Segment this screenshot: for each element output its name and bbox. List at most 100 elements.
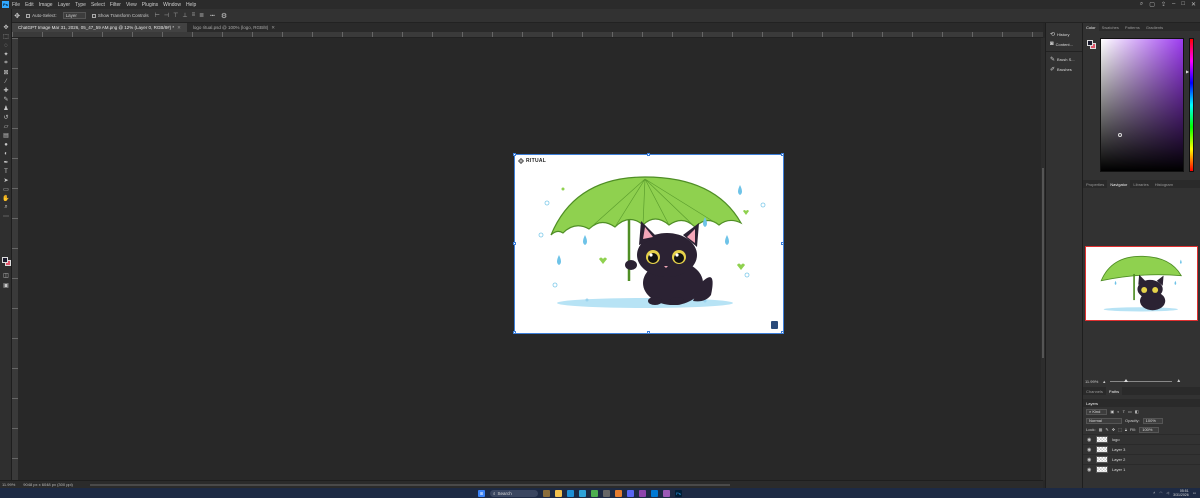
menu-select[interactable]: Select [91, 2, 105, 8]
align-center-icon[interactable]: ⊣ [164, 12, 169, 19]
dodge-icon[interactable]: ◐ [0, 149, 12, 158]
foreground-color-swatch[interactable] [2, 257, 8, 263]
history-brush-icon[interactable]: ↺ [0, 113, 12, 122]
auto-select-checkbox[interactable]: Auto-Select: [26, 13, 57, 18]
speaker-icon[interactable]: ◁ [1166, 491, 1169, 495]
marquee-icon[interactable]: ⬚ [0, 32, 12, 41]
auto-select-target[interactable]: Layer [62, 12, 86, 19]
layer-row[interactable]: ◉ Layer 2 [1083, 454, 1200, 464]
hue-slider[interactable] [1189, 38, 1194, 172]
checkbox-box[interactable] [26, 13, 31, 18]
eye-icon[interactable]: ◉ [1087, 447, 1092, 453]
lasso-icon[interactable]: ◌ [0, 41, 12, 50]
color-picker-cursor[interactable] [1118, 133, 1122, 137]
gear-icon[interactable]: ⚙ [221, 12, 227, 20]
align-right-icon[interactable]: ⊤ [173, 12, 178, 19]
tab-gradients[interactable]: Gradients [1143, 23, 1166, 31]
filter-shape-icon[interactable]: ▭ [1128, 409, 1132, 414]
transform-handle[interactable] [513, 153, 516, 156]
tab-color[interactable]: Color [1083, 23, 1099, 31]
tab-libraries[interactable]: Libraries [1130, 180, 1151, 188]
align-bottom-icon[interactable]: ≣ [199, 12, 204, 19]
gradient-icon[interactable]: ▤ [0, 131, 12, 140]
fill-input[interactable]: 100% [1139, 426, 1160, 433]
transform-handle[interactable] [781, 242, 784, 245]
widget-icon[interactable] [543, 489, 550, 497]
menu-plugins[interactable]: Plugins [142, 2, 158, 8]
app-icon[interactable] [663, 489, 670, 497]
file-explorer-icon[interactable] [555, 489, 562, 497]
align-left-icon[interactable]: ⊢ [155, 12, 160, 19]
tab-patterns[interactable]: Patterns [1122, 23, 1143, 31]
app-icon[interactable] [639, 489, 646, 497]
opacity-input[interactable]: 100% [1142, 417, 1163, 424]
transform-handle[interactable] [647, 331, 650, 334]
dock-brushes[interactable]: ✐ Brushes [1046, 64, 1082, 74]
color-picker-field[interactable] [1100, 38, 1184, 172]
dock-history[interactable]: ⟲ History [1046, 29, 1082, 39]
firefox-icon[interactable] [615, 489, 622, 497]
scrollbar-thumb[interactable] [1042, 168, 1044, 358]
eye-icon[interactable]: ◉ [1087, 437, 1092, 443]
menu-view[interactable]: View [126, 2, 137, 8]
navigator-zoom-value[interactable]: 11.99% [1085, 379, 1098, 384]
navigator-zoom-slider[interactable] [1110, 378, 1173, 382]
tab-channels[interactable]: Channels [1083, 387, 1106, 395]
close-icon[interactable]: ✕ [177, 25, 181, 31]
pen-icon[interactable]: ✒ [0, 158, 12, 167]
document-canvas[interactable]: RITUAL [513, 153, 784, 334]
more-options-button[interactable]: ••• [210, 13, 215, 18]
telegram-icon[interactable] [579, 489, 586, 497]
tab-document-1[interactable]: ChatGPT Image Mar 31, 2026, 05_47_59 AM.… [12, 23, 187, 32]
menu-filter[interactable]: Filter [110, 2, 121, 8]
dock-content-credentials[interactable]: ◙ Content... [1046, 39, 1082, 49]
lock-position-icon[interactable]: ✥ [1112, 427, 1115, 432]
eyedropper-icon[interactable]: ⁄ [0, 77, 12, 86]
menu-help[interactable]: Help [186, 2, 196, 8]
transform-handle[interactable] [647, 153, 650, 156]
layer-kind-filter[interactable]: ⌕ Kind [1086, 408, 1108, 415]
chat-icon[interactable] [651, 489, 658, 497]
dock-brush-settings[interactable]: ✎ Brush S... [1046, 54, 1082, 64]
chrome-icon[interactable] [591, 489, 598, 497]
lock-paint-icon[interactable]: ✎ [1105, 427, 1108, 432]
screen-mode-icon[interactable]: ▣ [0, 281, 12, 290]
photoshop-logo-icon[interactable]: Ps [2, 1, 9, 8]
chevron-up-icon[interactable]: ˄ [1153, 491, 1155, 495]
tab-navigator[interactable]: Navigator [1107, 180, 1131, 188]
transform-handle[interactable] [513, 331, 516, 334]
lock-artboard-icon[interactable]: ⬚ [1118, 427, 1122, 432]
path-select-icon[interactable]: ➤ [0, 176, 12, 185]
move-tool-icon[interactable]: ✥ [14, 12, 20, 20]
eye-icon[interactable]: ◉ [1087, 467, 1092, 473]
menu-type[interactable]: Type [75, 2, 86, 8]
menu-window[interactable]: Window [163, 2, 181, 8]
photoshop-taskbar-icon[interactable]: Ps [675, 489, 682, 497]
lock-all-icon[interactable]: 🔒︎ [1125, 427, 1127, 432]
minimize-icon[interactable]: – [1172, 1, 1175, 8]
horizontal-scrollbar[interactable] [90, 484, 730, 486]
more-tools-icon[interactable]: ⋯ [0, 212, 12, 221]
windows-start-icon[interactable]: ⊞ [478, 489, 485, 497]
type-icon[interactable]: T [0, 167, 12, 176]
clock[interactable]: 05:51 3/31/2026 [1173, 489, 1189, 497]
workspace-icon[interactable]: ▢ [1149, 1, 1155, 8]
tab-paths[interactable]: Paths [1105, 387, 1123, 395]
wifi-icon[interactable]: ◠ [1159, 491, 1162, 495]
stamp-icon[interactable]: ♟ [0, 104, 12, 113]
filter-adjustment-icon[interactable]: ◐ [1117, 409, 1119, 414]
move-icon[interactable]: ✥ [0, 23, 12, 32]
tab-document-2[interactable]: logo ritual.psd @ 100% (logo, RGB/8) ✕ [187, 23, 281, 32]
menu-image[interactable]: Image [39, 2, 53, 8]
checkbox-box[interactable] [91, 13, 96, 18]
transform-handle[interactable] [781, 331, 784, 334]
share-icon[interactable]: ⇪ [1161, 1, 1166, 8]
magic-wand-icon[interactable]: ✦ [0, 50, 12, 59]
filter-type-icon[interactable]: T [1123, 409, 1125, 414]
color-panel-foreground-swatch[interactable] [1087, 40, 1093, 46]
zoom-slider-knob[interactable] [1124, 378, 1129, 382]
taskbar-search[interactable]: ⌕ Search [490, 489, 538, 497]
edge-browser-icon[interactable] [567, 489, 574, 497]
frame-icon[interactable]: ⊠ [0, 68, 12, 77]
tab-histogram[interactable]: Histogram [1152, 180, 1176, 188]
